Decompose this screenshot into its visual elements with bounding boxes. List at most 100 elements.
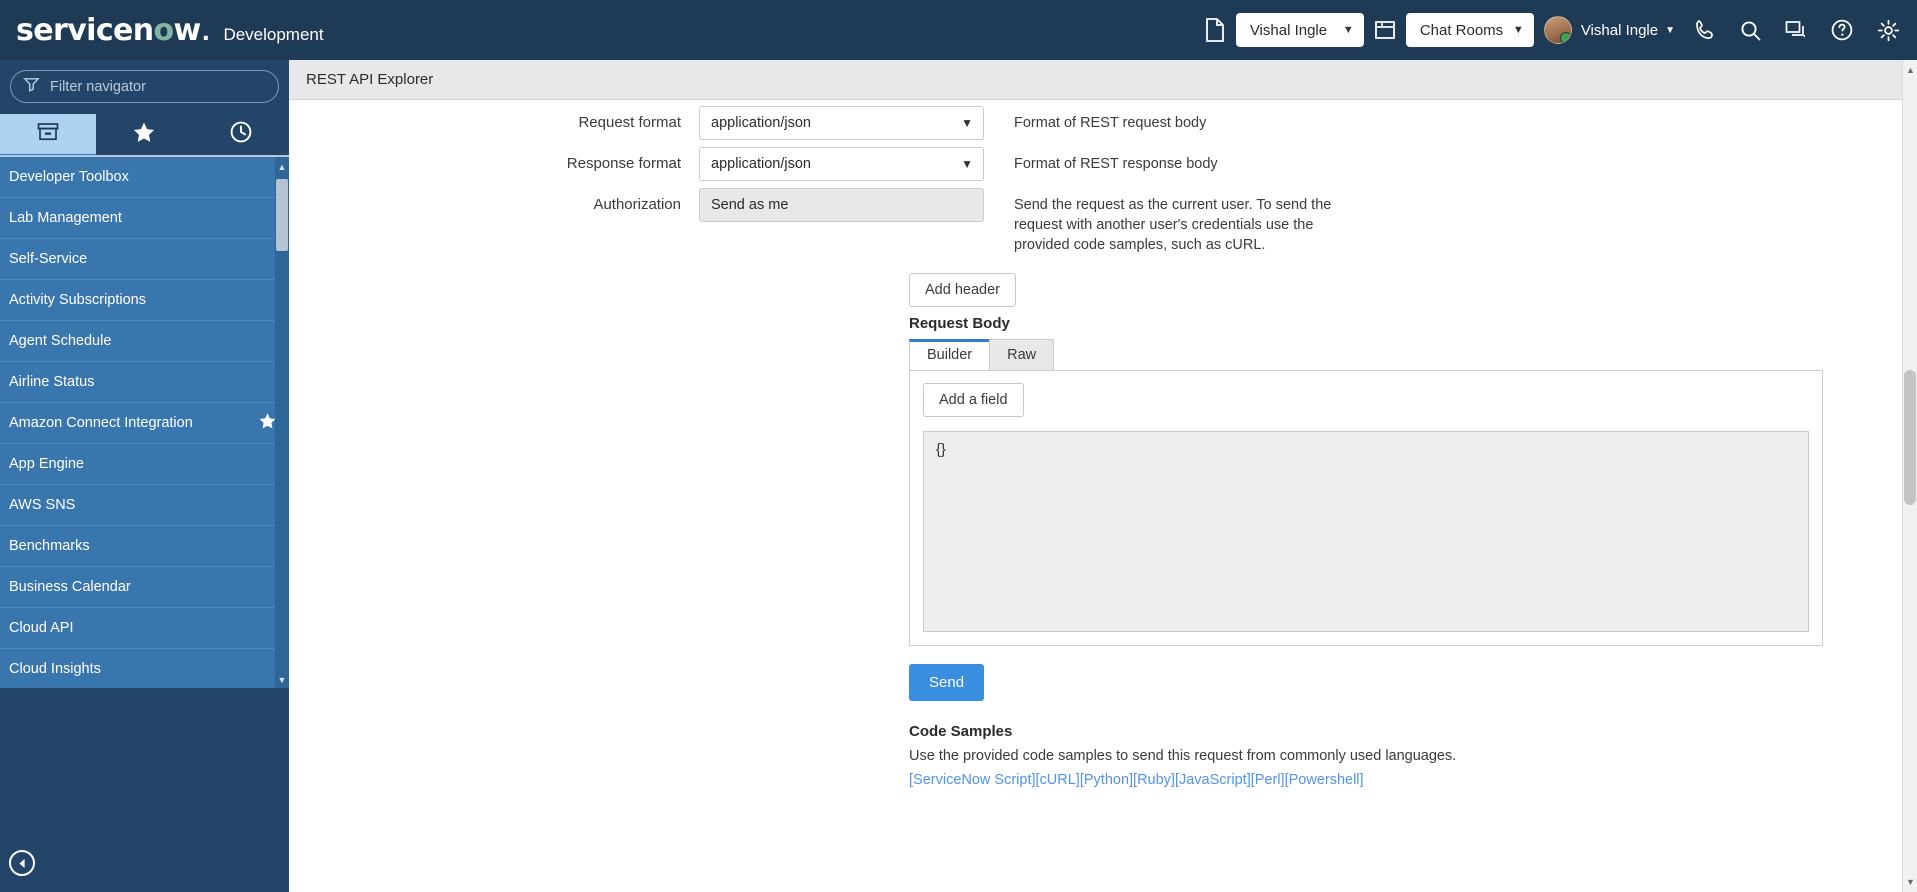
logo-dot: . <box>201 20 210 46</box>
sidebar-item-label: Airline Status <box>9 374 95 390</box>
request-body-json[interactable]: {} <box>923 431 1809 632</box>
authorization-control: Send as me <box>699 188 984 222</box>
response-format-select[interactable]: application/json ▼ <box>699 147 984 181</box>
sidebar-tabs <box>0 114 289 157</box>
send-button[interactable]: Send <box>909 664 985 701</box>
sidebar-tab-all-applications[interactable] <box>0 114 97 157</box>
page-scroll-up-arrow[interactable]: ▲ <box>1905 63 1916 77</box>
request-body-panel: Add a field {} <box>909 370 1823 646</box>
sidebar-item-label: Cloud API <box>9 620 74 636</box>
search-input[interactable]: Filter navigator <box>10 70 279 103</box>
sidebar-scroll-up-arrow[interactable]: ▲ <box>276 159 288 175</box>
breadcrumb: REST API Explorer <box>289 60 1917 100</box>
box-icon <box>36 121 60 148</box>
sidebar-item[interactable]: Agent Schedule <box>0 321 289 362</box>
application-picker-value: Vishal Ingle <box>1249 21 1328 39</box>
help-icon[interactable] <box>1830 18 1854 42</box>
code-sample-link[interactable]: [Ruby] <box>1133 772 1175 788</box>
collapse-left-icon[interactable] <box>9 850 35 876</box>
chat-rooms-picker[interactable]: Chat Rooms ▼ <box>1405 13 1534 47</box>
main-content: REST API Explorer Request format applica… <box>289 60 1917 892</box>
tab-raw[interactable]: Raw <box>989 339 1055 370</box>
sidebar: Filter navigator Developer Toolbox Lab M… <box>0 60 289 892</box>
sidebar-item[interactable]: Activity Subscriptions <box>0 280 289 321</box>
clock-icon <box>229 120 253 149</box>
user-menu[interactable]: Vishal Ingle ▼ <box>1543 16 1675 44</box>
rest-api-explorer-form: Request format application/json ▼ Format… <box>289 100 1917 788</box>
code-sample-link[interactable]: [JavaScript] <box>1175 772 1251 788</box>
logo-glyph: servicenow. <box>16 12 210 48</box>
sidebar-item[interactable]: Airline Status <box>0 362 289 403</box>
page-scroll-down-arrow[interactable]: ▼ <box>1905 875 1916 889</box>
tab-builder[interactable]: Builder <box>909 339 991 370</box>
star-icon <box>132 121 156 149</box>
request-format-select[interactable]: application/json ▼ <box>699 106 984 140</box>
code-sample-link[interactable]: [cURL] <box>1036 772 1080 788</box>
response-format-label: Response format <box>566 155 681 172</box>
sidebar-item[interactable]: Benchmarks <box>0 526 289 567</box>
sidebar-items-holder: Developer Toolbox Lab Management Self-Serv… <box>0 157 289 688</box>
authorization-row: Authorization Send as me Send the reques… <box>289 188 1917 255</box>
phone-icon[interactable] <box>1693 18 1717 42</box>
authorization-value: Send as me <box>711 197 789 213</box>
code-sample-link[interactable]: [Perl] <box>1251 772 1285 788</box>
sidebar-item[interactable]: Lab Management <box>0 198 289 239</box>
sidebar-item[interactable]: Cloud Insights <box>0 649 289 688</box>
sidebar-tab-favorites[interactable] <box>96 114 192 155</box>
top-banner: servicenow. Development Vishal Ingle ▼ C… <box>0 0 1917 60</box>
page-icon[interactable] <box>1204 17 1226 43</box>
sidebar-footer <box>0 834 289 892</box>
sidebar-item[interactable]: Self-Service <box>0 239 289 280</box>
sidebar-item-label: Lab Management <box>9 210 122 226</box>
page-title: REST API Explorer <box>306 71 434 88</box>
code-sample-link[interactable]: [Powershell] <box>1285 772 1364 788</box>
authorization-help: Send the request as the current user. To… <box>1014 197 1332 253</box>
sidebar-item[interactable]: AWS SNS <box>0 485 289 526</box>
sidebar-item-label: AWS SNS <box>9 497 76 513</box>
code-samples-description: Use the provided code samples to send th… <box>909 748 1457 764</box>
sidebar-item[interactable]: Amazon Connect Integration <box>0 403 289 444</box>
sidebar-item-label: Cloud Insights <box>9 661 101 677</box>
code-sample-link[interactable]: [Python] <box>1080 772 1133 788</box>
application-picker[interactable]: Vishal Ingle ▼ <box>1235 13 1364 47</box>
servicenow-logo[interactable]: servicenow. Development <box>0 13 324 48</box>
sidebar-application-list: Developer Toolbox Lab Management Self-Serv… <box>0 155 289 688</box>
sidebar-item[interactable]: Developer Toolbox <box>0 157 289 198</box>
response-format-help: Format of REST response body <box>1014 156 1218 172</box>
response-format-row: Response format application/json ▼ Forma… <box>289 147 1917 181</box>
page-scroll-thumb[interactable] <box>1904 370 1916 505</box>
chat-rooms-value: Chat Rooms <box>1419 21 1504 39</box>
sidebar-scroll-down-arrow[interactable]: ▼ <box>276 672 288 688</box>
sidebar-item[interactable]: App Engine <box>0 444 289 485</box>
gear-icon[interactable] <box>1876 18 1901 43</box>
search-icon[interactable] <box>1739 19 1762 42</box>
logo-text-o: o <box>153 12 175 48</box>
response-format-control: application/json ▼ <box>699 147 984 181</box>
add-a-field-button[interactable]: Add a field <box>923 383 1024 417</box>
add-header-button[interactable]: Add header <box>909 273 1016 307</box>
sidebar-item-label: Activity Subscriptions <box>9 292 146 308</box>
sidebar-item-label: Business Calendar <box>9 579 131 595</box>
sidebar-item-label: Amazon Connect Integration <box>9 415 193 431</box>
code-sample-link[interactable]: [ServiceNow Script] <box>909 772 1036 788</box>
sidebar-item-label: Benchmarks <box>9 538 90 554</box>
request-format-control: application/json ▼ <box>699 106 984 140</box>
window-icon[interactable] <box>1374 19 1396 41</box>
sidebar-tab-history[interactable] <box>193 114 289 155</box>
sidebar-item-label: Developer Toolbox <box>9 169 129 185</box>
user-name: Vishal Ingle <box>1580 21 1659 39</box>
sidebar-scrollbar[interactable]: ▲ ▼ <box>275 157 289 688</box>
authorization-label: Authorization <box>593 196 681 213</box>
avatar <box>1543 16 1572 44</box>
sidebar-scroll-thumb[interactable] <box>276 179 288 251</box>
request-format-help: Format of REST request body <box>1014 115 1207 131</box>
chevron-down-icon: ▼ <box>961 116 973 130</box>
conversations-icon[interactable] <box>1784 18 1808 42</box>
sidebar-item[interactable]: Business Calendar <box>0 567 289 608</box>
page-scrollbar[interactable]: ▲ ▼ <box>1902 60 1917 892</box>
response-format-value: application/json <box>711 156 811 172</box>
logo-text-last: w <box>173 12 202 48</box>
request-format-value: application/json <box>711 115 811 131</box>
sidebar-item[interactable]: Cloud API <box>0 608 289 649</box>
filter-navigator-row: Filter navigator <box>0 60 289 114</box>
